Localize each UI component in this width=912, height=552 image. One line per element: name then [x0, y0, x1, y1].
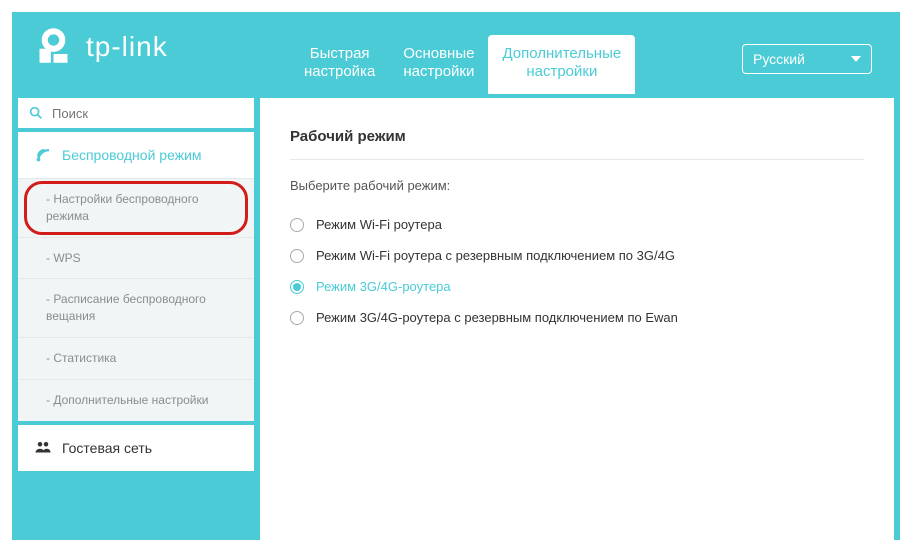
tab-advanced[interactable]: Дополнительные настройки [488, 35, 635, 95]
wifi-icon [34, 146, 52, 164]
search-input[interactable] [52, 106, 244, 121]
brand-logo: tp-link [36, 26, 168, 68]
submenu-statistics[interactable]: - Статистика [18, 337, 254, 379]
main-content: Рабочий режим Выберите рабочий режим: Ре… [260, 98, 894, 540]
submenu-advanced-settings[interactable]: - Дополнительные настройки [18, 379, 254, 421]
language-select[interactable]: Русский [742, 44, 872, 74]
search-box[interactable] [18, 98, 254, 132]
tab-quick-setup[interactable]: Быстрая настройка [290, 35, 389, 95]
top-tabs: Быстрая настройка Основные настройки Доп… [290, 12, 635, 94]
sidebar-item-guest-network[interactable]: Гостевая сеть [18, 425, 254, 471]
mode-wifi-router-3g4g-backup[interactable]: Режим Wi-Fi роутера с резервным подключе… [290, 240, 864, 271]
sidebar-wireless-submenu: - Настройки беспроводного режима - WPS -… [18, 178, 254, 421]
header: tp-link Быстрая настройка Основные настр… [12, 12, 900, 94]
radio-icon [290, 249, 304, 263]
sidebar-guest-label: Гостевая сеть [62, 440, 152, 456]
chevron-down-icon [851, 56, 861, 62]
sidebar-wireless-label: Беспроводной режим [62, 147, 202, 163]
mode-3g4g-router[interactable]: Режим 3G/4G-роутера [290, 271, 864, 302]
sidebar-guest-section: Гостевая сеть [18, 425, 254, 471]
radio-icon [290, 311, 304, 325]
submenu-wireless-schedule[interactable]: - Расписание беспроводного вещания [18, 278, 254, 337]
sidebar: Беспроводной режим - Настройки беспровод… [18, 98, 254, 540]
brand-text: tp-link [86, 31, 168, 63]
operation-mode-group: Режим Wi-Fi роутера Режим Wi-Fi роутера … [290, 209, 864, 333]
tplink-logo-icon [36, 26, 78, 68]
sidebar-wireless-section: Беспроводной режим - Настройки беспровод… [18, 132, 254, 421]
guest-network-icon [34, 439, 52, 457]
mode-3g4g-router-ewan-backup[interactable]: Режим 3G/4G-роутера с резервным подключе… [290, 302, 864, 333]
tab-basic[interactable]: Основные настройки [389, 35, 488, 95]
page-title: Рабочий режим [290, 128, 864, 160]
language-value: Русский [753, 51, 805, 67]
submenu-wps[interactable]: - WPS [18, 237, 254, 279]
mode-prompt: Выберите рабочий режим: [290, 178, 864, 193]
radio-icon [290, 218, 304, 232]
search-icon [28, 105, 44, 121]
mode-wifi-router[interactable]: Режим Wi-Fi роутера [290, 209, 864, 240]
mode-label: Режим Wi-Fi роутера с резервным подключе… [316, 248, 675, 263]
radio-icon [290, 280, 304, 294]
submenu-wireless-settings[interactable]: - Настройки беспроводного режима [18, 178, 254, 237]
sidebar-item-wireless[interactable]: Беспроводной режим [18, 132, 254, 178]
mode-label: Режим 3G/4G-роутера с резервным подключе… [316, 310, 678, 325]
mode-label: Режим 3G/4G-роутера [316, 279, 451, 294]
mode-label: Режим Wi-Fi роутера [316, 217, 442, 232]
